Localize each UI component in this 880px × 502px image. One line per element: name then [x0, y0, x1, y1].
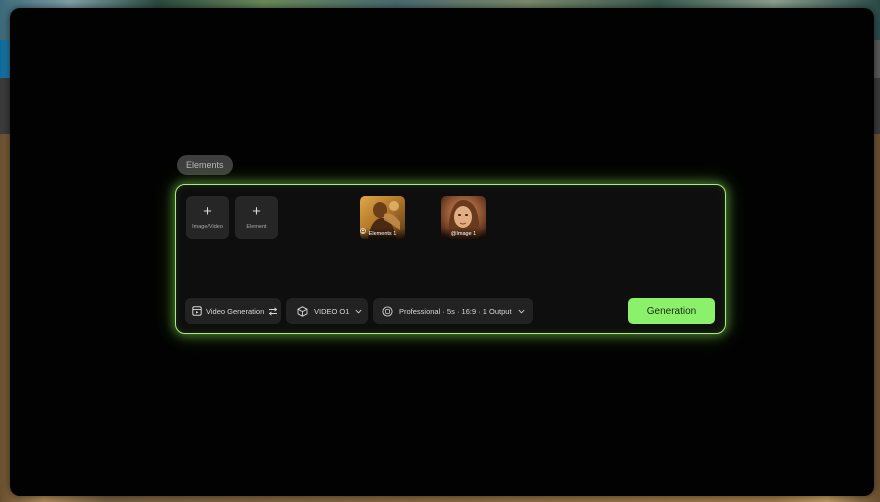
- chevron-down-icon: [518, 309, 525, 314]
- settings-label: Professional · 5s · 16:9 · 1 Output: [399, 306, 512, 316]
- app-window: Elements + Image/Video + Element Element…: [10, 8, 874, 496]
- chevron-down-icon: [355, 309, 362, 314]
- generation-button[interactable]: Generation: [628, 298, 715, 324]
- settings-circle-icon: [382, 305, 393, 317]
- add-element-button[interactable]: + Element: [235, 196, 278, 239]
- model-selector[interactable]: VIDEO O1: [286, 298, 368, 324]
- image-thumbnail[interactable]: @Image 1: [441, 196, 486, 239]
- mode-label: Video Generation: [206, 306, 265, 316]
- prompt-card[interactable]: + Image/Video + Element Elements 1 @Imag…: [175, 184, 726, 334]
- cube-icon: [297, 305, 308, 317]
- thumbnail-label: Elements 1: [368, 230, 397, 237]
- elements-tag[interactable]: Elements: [177, 155, 233, 175]
- thumbnail-caption: Elements 1: [360, 228, 405, 239]
- mode-selector[interactable]: Video Generation: [185, 298, 281, 324]
- add-image-video-label: Image/Video: [192, 224, 223, 230]
- add-element-label: Element: [246, 224, 267, 230]
- video-frame-icon: [192, 306, 202, 316]
- add-image-video-button[interactable]: + Image/Video: [186, 196, 229, 239]
- model-label: VIDEO O1: [314, 306, 350, 316]
- plus-icon: +: [252, 203, 261, 220]
- person-badge-icon: [360, 228, 366, 234]
- thumbnail-label: @Image 1: [450, 230, 477, 237]
- settings-selector[interactable]: Professional · 5s · 16:9 · 1 Output: [373, 298, 533, 324]
- element-thumbnail[interactable]: Elements 1: [360, 196, 405, 239]
- swap-arrows-icon[interactable]: [268, 306, 278, 316]
- plus-icon: +: [203, 203, 212, 220]
- thumbnail-caption: @Image 1: [441, 228, 486, 239]
